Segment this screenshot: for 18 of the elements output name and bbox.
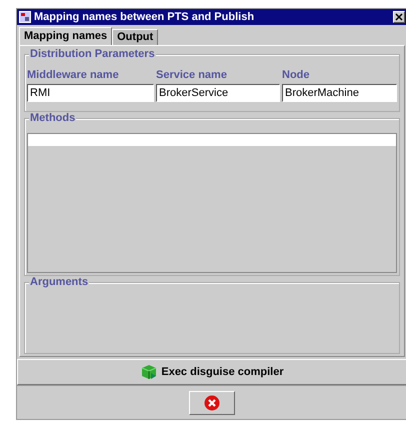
window-title: Mapping names between PTS and Publish (34, 11, 256, 23)
input-field[interactable]: RMI (27, 84, 154, 102)
group-title: Distribution Parameters (29, 48, 156, 60)
exec-button[interactable]: Exec disguise compiler (17, 359, 406, 385)
close-button[interactable] (393, 11, 405, 23)
cube-icon (140, 364, 158, 380)
group-title: Arguments (29, 276, 90, 288)
error-icon (204, 394, 220, 410)
field-label: Node (282, 69, 310, 81)
field-label: Middleware name (27, 69, 120, 81)
cancel-button[interactable] (189, 390, 235, 414)
input-field[interactable]: BrokerService (156, 84, 280, 102)
tab[interactable]: Mapping names (19, 27, 112, 45)
input-field[interactable]: BrokerMachine (282, 84, 397, 102)
field-label: Service name (156, 69, 228, 81)
tab[interactable]: Output (112, 29, 158, 45)
app-icon (19, 11, 31, 23)
group-title: Methods (29, 112, 76, 124)
